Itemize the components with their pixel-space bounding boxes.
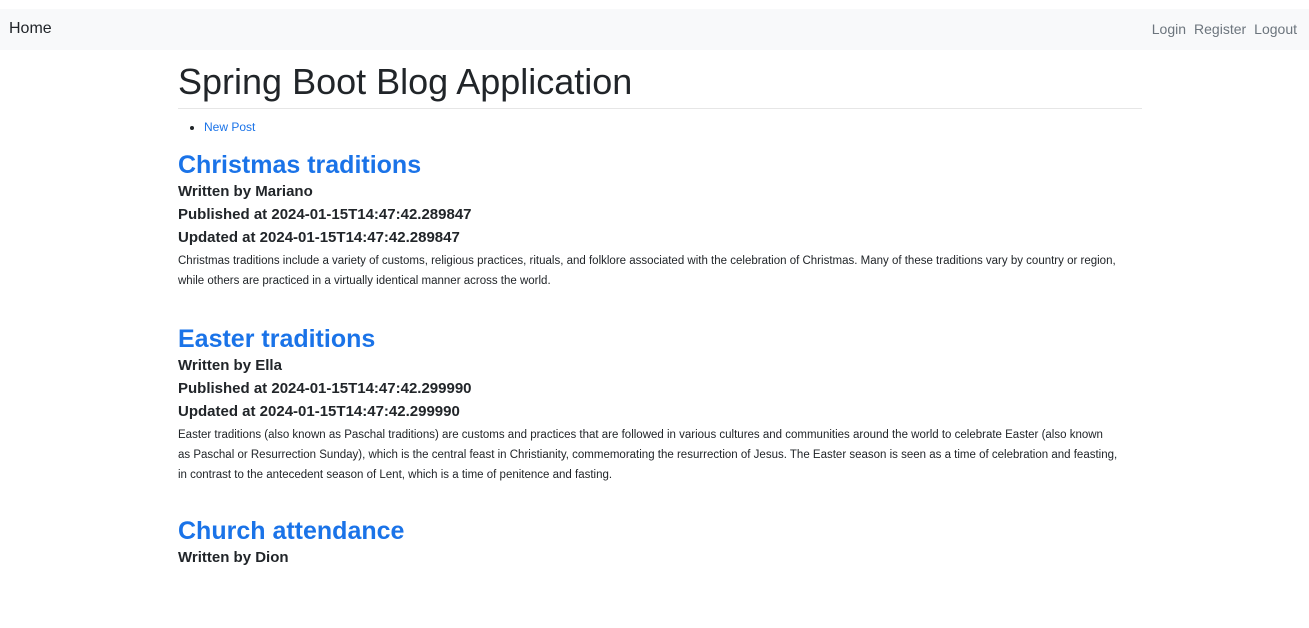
main-container: Spring Boot Blog Application New Post Ch…: [178, 50, 1142, 569]
title-divider: [178, 108, 1142, 109]
post-author: Written by Mariano: [178, 183, 313, 200]
list-item: New Post: [204, 119, 1142, 136]
nav-links: Login Register Logout: [1152, 20, 1297, 38]
login-link[interactable]: Login: [1152, 20, 1186, 38]
post-published: Published at 2024-01-15T14:47:42.299990: [178, 380, 472, 397]
post-title-link[interactable]: Easter traditions: [178, 324, 1142, 354]
page-title: Spring Boot Blog Application: [178, 61, 633, 102]
post-author: Written by Ella: [178, 357, 282, 374]
logout-link[interactable]: Logout: [1254, 20, 1297, 38]
actions-list: New Post: [178, 119, 1142, 136]
home-link[interactable]: Home: [9, 19, 52, 39]
post-author: Written by Dion: [178, 549, 289, 566]
post-body: Easter traditions (also known as Paschal…: [178, 429, 1118, 481]
post-updated: Updated at 2024-01-15T14:47:42.299990: [178, 403, 460, 420]
post-body: Christmas traditions include a variety o…: [178, 255, 1116, 287]
post-card: Christmas traditions Written by Mariano …: [178, 150, 1142, 291]
post-title-link[interactable]: Christmas traditions: [178, 150, 1142, 180]
new-post-link[interactable]: New Post: [204, 120, 255, 134]
top-navbar: Home Login Register Logout: [0, 9, 1309, 50]
post-card: Church attendance Written by Dion: [178, 516, 1142, 569]
register-link[interactable]: Register: [1194, 20, 1246, 38]
post-title-link[interactable]: Church attendance: [178, 516, 1142, 546]
post-published: Published at 2024-01-15T14:47:42.289847: [178, 206, 472, 223]
post-updated: Updated at 2024-01-15T14:47:42.289847: [178, 229, 460, 246]
post-card: Easter traditions Written by Ella Publis…: [178, 324, 1142, 485]
